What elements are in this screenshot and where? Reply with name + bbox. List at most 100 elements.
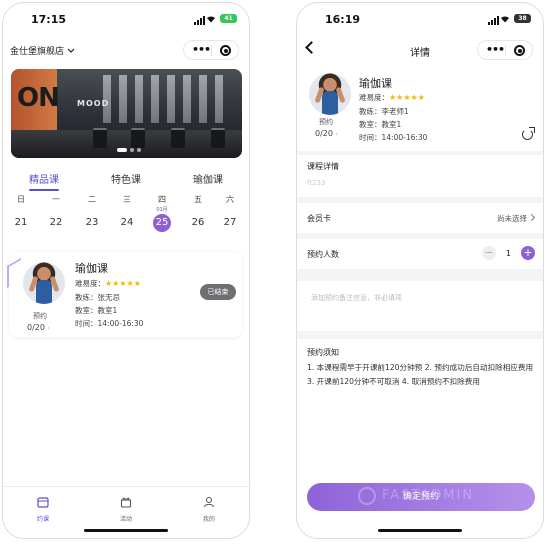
status-bar: 17:15 41 [3,3,249,37]
wifi-icon [501,16,509,23]
home-indicator [378,529,462,532]
course-title: 瑜伽课 [359,77,392,90]
difficulty-label: 难易度： [75,279,105,288]
date-cell[interactable]: 五 26 [186,193,210,232]
date-cell[interactable]: 一 22 [44,193,68,232]
banner-sign: MOOD [77,99,110,108]
tab-yoga[interactable]: 瑜伽课 [193,171,223,186]
date-cell-selected[interactable]: 四 01月 25 [150,193,174,232]
difficulty-label: 难易度： [359,93,389,102]
tab-active-indicator [29,189,59,191]
status-time: 17:15 [31,13,67,26]
coach-text: 教练：张无忌 [75,293,120,302]
battery-icon: 38 [514,14,531,23]
tab-special[interactable]: 特色课 [111,171,141,186]
mini-program-capsule: ••• [477,40,533,60]
course-summary: 预约 0/20 › 瑜伽课 难易度：★★★★★ 教练：李老师1 教室：教室1 时… [297,65,543,151]
notice-text: 1. 本课程需早于开课前120分钟预 2. 预约成功后自动扣除相应费用 3. 开… [307,363,534,386]
close-target-icon[interactable] [514,45,525,56]
room-text: 教室：教室1 [359,120,402,129]
top-nav: 金仕堡旗舰店 ••• [3,37,249,65]
time-text: 时间：14:00-16:30 [359,133,428,142]
decrease-button[interactable]: − [481,246,496,260]
difficulty-row: 难易度：★★★★★ [359,92,425,103]
banner-window [215,75,223,123]
user-icon [203,496,215,508]
increase-button[interactable]: + [521,246,535,260]
difficulty-stars: ★★★★★ [105,279,141,288]
remark-input[interactable]: 添加预约备注信息，非必填项 [297,281,543,331]
card-corner-decoration [7,257,21,289]
gym-banner-image[interactable]: ON MOOD [11,69,242,158]
home-indicator [84,529,168,532]
course-detail-text: ft233 [307,179,326,187]
time-text: 时间：14:00-16:30 [75,319,144,328]
tabbar-item-profile[interactable]: 我的 [189,493,229,523]
tab-featured[interactable]: 精品课 [29,171,59,186]
room-text: 教室：教室1 [75,306,118,315]
tabbar-label: 我的 [202,516,215,523]
banner-machine [93,128,107,148]
store-name: 金仕堡旗舰店 [10,47,65,57]
banner-window [119,75,127,123]
month-label: 01月 [156,207,168,213]
weekday-label: 五 [194,195,202,204]
more-icon[interactable]: ••• [486,43,505,56]
date-cell[interactable]: 二 23 [80,193,104,232]
battery-icon: 41 [220,14,237,23]
weekday-label: 一 [52,195,60,204]
close-target-icon[interactable] [220,45,231,56]
date-number: 22 [49,217,63,228]
store-selector[interactable]: 金仕堡旗舰店 [10,44,75,57]
more-icon[interactable]: ••• [192,43,211,56]
month-label [218,207,242,214]
date-cell[interactable]: 六 27 [218,193,242,232]
week-date-picker: 日 21 一 22 二 23 三 24 四 01月 25 五 26 六 27 [9,193,243,238]
banner-machine [131,128,145,148]
banner-window [135,75,143,123]
weekday-label: 日 [17,195,25,204]
chevron-right-icon: › [335,131,338,138]
confirm-booking-button[interactable]: 确定预约 [307,483,535,511]
mini-program-capsule: ••• [183,40,239,60]
phone-screen-course-detail: 16:19 38 详情 ••• 预约 0/20 › 瑜伽课 难易度：★★★★★ … [296,2,544,539]
tabbar-label: 约课 [36,516,49,523]
date-number: 25 [153,214,171,232]
banner-window [183,75,191,123]
signal-icon [194,16,205,25]
status-time: 16:19 [325,13,361,26]
chevron-right-icon [527,213,536,222]
date-number: 27 [223,217,237,228]
date-number: 23 [85,217,99,228]
weekday-label: 六 [226,195,234,204]
member-card-row[interactable]: 会员卡 尚未选择 [297,203,543,233]
quantity-stepper: − 1 + [481,246,535,260]
banner-machine [211,128,225,148]
chevron-down-icon [67,48,75,53]
share-icon[interactable] [522,127,535,140]
coach-text: 教练：李老师1 [359,107,409,116]
chevron-right-icon: › [47,325,50,332]
quantity-value: 1 [505,248,511,258]
booking-count-value: 0/20 [27,323,45,332]
date-cell[interactable]: 日 21 [9,193,33,232]
date-cell[interactable]: 三 24 [115,193,139,232]
booking-count-value: 0/20 [315,129,333,138]
banner-pagination [117,148,141,152]
weekday-label: 四 [158,195,166,204]
difficulty-stars: ★★★★★ [389,93,425,102]
avatar-body [322,91,338,115]
tabbar-item-booking[interactable]: 约课 [23,493,63,523]
notice-heading: 预约须知 [307,348,339,357]
calendar-icon [37,497,49,508]
banner-machine [171,128,185,148]
weekday-label: 二 [88,195,96,204]
book-label: 预约 [319,118,333,126]
course-card[interactable]: 预约 0/20 › 瑜伽课 难易度：★★★★★ 教练：张无忌 教室：教室1 时间… [7,252,242,337]
difficulty-row: 难易度：★★★★★ [75,278,141,289]
month-label [44,207,68,214]
course-title: 瑜伽课 [75,262,108,275]
tabbar-item-activity[interactable]: 活动 [106,493,146,523]
coach-avatar [309,73,351,115]
booking-count: 0/20 › [27,323,50,332]
